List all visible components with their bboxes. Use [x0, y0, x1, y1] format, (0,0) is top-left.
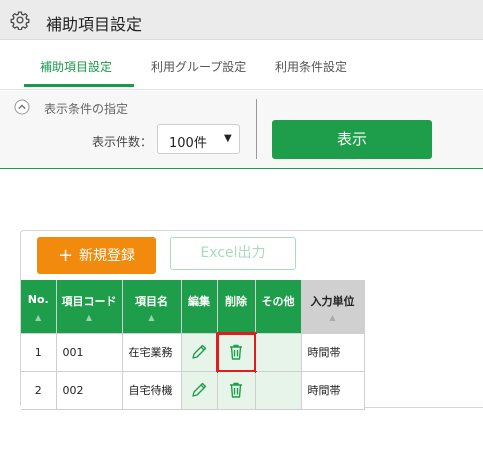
results-panel: + 新規登録 Excel出力 No. ▲ 項目コード ▲ 項目名 ▲ 編集 削除 その他… [20, 230, 483, 410]
row-number: 2 [21, 371, 57, 410]
display-count-label: 表示件数： [92, 135, 153, 149]
gear-icon[interactable] [10, 10, 30, 30]
item-name: 自宅待機 [122, 371, 182, 410]
trash-icon[interactable] [226, 380, 246, 400]
items-table: No. ▲ 項目コード ▲ 項目名 ▲ 編集 削除 その他 入力単位 ▲ 1 001 在… [21, 280, 365, 410]
column-header-input-unit[interactable]: 入力単位 ▲ [301, 280, 365, 334]
table-header-row: No. ▲ 項目コード ▲ 項目名 ▲ 編集 削除 その他 入力単位 ▲ [21, 280, 365, 334]
display-conditions-panel: 表示条件の指定 表示件数： 100件 ▼ 表示 [0, 91, 483, 169]
input-unit: 時間帯 [301, 371, 365, 410]
item-name: 在宅業務 [122, 333, 182, 372]
table-row: 1 001 在宅業務 時間帯 [21, 331, 365, 373]
input-unit: 時間帯 [301, 333, 365, 372]
tab-usage-groups[interactable]: 利用グループ設定 [151, 58, 246, 75]
display-count-value: 100件 [169, 136, 207, 151]
column-header-code[interactable]: 項目コード ▲ [56, 280, 123, 334]
show-button[interactable]: 表示 [272, 120, 432, 159]
row-number: 1 [21, 333, 57, 372]
column-header-name[interactable]: 項目名 ▲ [122, 280, 182, 334]
display-conditions-title: 表示条件の指定 [44, 102, 129, 116]
delete-cell [215, 331, 257, 373]
item-code: 001 [56, 333, 123, 372]
other-cell [255, 333, 302, 372]
new-register-label: 新規登録 [79, 248, 136, 264]
pencil-edit-icon[interactable] [189, 342, 209, 362]
column-header-edit: 編集 [181, 280, 218, 334]
sort-icon: ▲ [148, 313, 155, 322]
table-row: 2 002 自宅待機 時間帯 [21, 371, 365, 410]
page-title: 補助項目設定 [46, 15, 143, 34]
sort-icon: ▲ [329, 313, 336, 322]
other-cell [255, 371, 302, 410]
display-count-select[interactable]: 100件 ▼ [157, 124, 240, 154]
sort-icon: ▲ [35, 313, 42, 322]
column-header-delete: 削除 [217, 280, 256, 334]
sort-icon: ▲ [85, 313, 93, 322]
delete-highlight-box [215, 331, 257, 373]
item-code: 002 [56, 371, 123, 410]
caret-down-icon: ▼ [224, 133, 232, 144]
edit-cell [181, 333, 218, 372]
chevron-up-circle-icon[interactable] [14, 99, 30, 115]
edit-cell [181, 371, 218, 410]
pencil-edit-icon[interactable] [189, 380, 209, 400]
active-tab-indicator [24, 84, 134, 87]
new-register-button[interactable]: + 新規登録 [37, 237, 156, 274]
column-header-no[interactable]: No. ▲ [21, 280, 57, 334]
column-header-other: その他 [255, 280, 302, 334]
tab-usage-conditions[interactable]: 利用条件設定 [275, 58, 347, 75]
title-bar: 補助項目設定 [0, 0, 483, 40]
divider [256, 99, 257, 159]
delete-cell [217, 371, 256, 410]
tab-auxiliary-items[interactable]: 補助項目設定 [40, 58, 112, 75]
plus-icon: + [57, 245, 74, 266]
excel-export-button[interactable]: Excel出力 [170, 237, 296, 270]
tab-bar: 補助項目設定 利用グループ設定 利用条件設定 [0, 40, 483, 90]
